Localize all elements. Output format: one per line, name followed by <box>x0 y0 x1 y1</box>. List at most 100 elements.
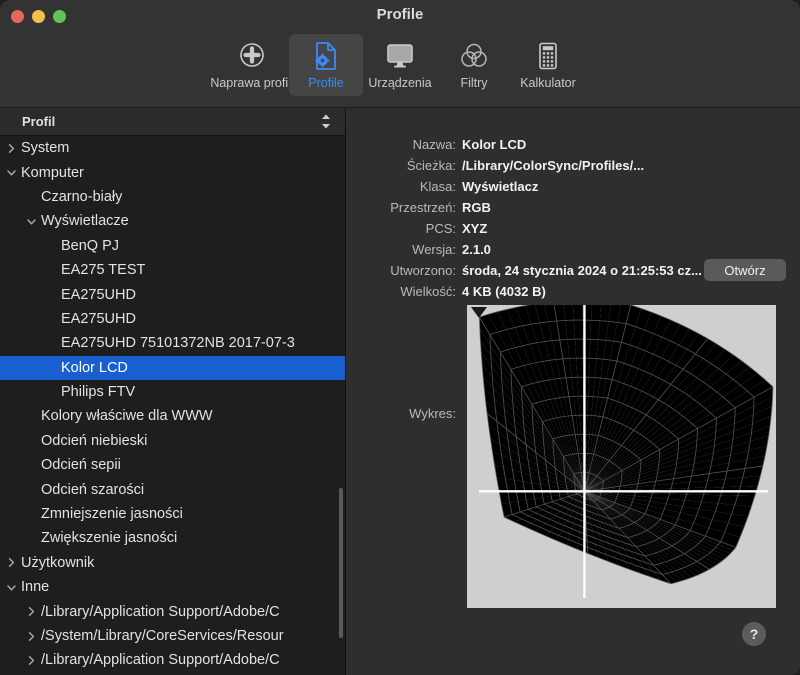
info-row: Przestrzeń:RGB <box>346 197 800 218</box>
tree-row[interactable]: Philips FTV <box>0 380 345 404</box>
chart-label: Wykres: <box>346 406 462 421</box>
sidebar-header-title: Profil <box>22 114 55 129</box>
tree-row-label: System <box>21 140 69 156</box>
toolbar-item-naprawa-profili[interactable]: Naprawa profili <box>215 34 289 96</box>
tree-row-label: Kolor LCD <box>61 360 128 376</box>
tree-row[interactable]: EA275 TEST <box>0 258 345 282</box>
tree-row-label: Odcień sepii <box>41 457 121 473</box>
tree-row-label: Czarno-biały <box>41 189 122 205</box>
profile-sidebar: Profil System Komputer Czarno-biały Wyświet… <box>0 108 345 675</box>
tree-row[interactable]: /System/Library/CoreServices/Resour <box>0 624 345 648</box>
tree-row[interactable]: Zmniejszenie jasności <box>0 502 345 526</box>
tree-row-label: Inne <box>21 579 49 595</box>
tree-row-label: EA275UHD <box>61 287 136 303</box>
tree-row-label: Komputer <box>21 165 84 181</box>
info-value: 2.1.0 <box>462 242 491 257</box>
chevron-right-icon[interactable] <box>5 142 18 155</box>
tree-row[interactable]: Użytkownik <box>0 551 345 575</box>
toolbar-item-urzadzenia[interactable]: Urządzenia <box>363 34 437 96</box>
tree-row[interactable]: EA275UHD <box>0 282 345 306</box>
sort-chevrons-icon[interactable] <box>319 113 333 131</box>
orientation-marker-icon[interactable] <box>471 307 487 318</box>
tree-row-label: Odcień szarości <box>41 482 144 498</box>
window-title: Profile <box>0 6 800 23</box>
tree-row[interactable]: EA275UHD 75101372NB 2017-07-3 <box>0 331 345 355</box>
chevron-right-icon[interactable] <box>25 654 38 667</box>
tree-row[interactable]: Wyświetlacze <box>0 209 345 233</box>
info-label: Utworzono: <box>346 263 462 278</box>
info-label: Ścieżka: <box>346 158 462 173</box>
info-value: Kolor LCD <box>462 137 526 152</box>
info-row: Wersja:2.1.0 <box>346 239 800 260</box>
sidebar-scrollbar-thumb[interactable] <box>339 488 343 638</box>
info-label: Wielkość: <box>346 284 462 299</box>
tree-row[interactable]: Odcień sepii <box>0 453 345 477</box>
info-label: Klasa: <box>346 179 462 194</box>
info-value: środa, 24 stycznia 2024 o 21:25:53 cz... <box>462 263 702 278</box>
document-gear-icon <box>313 41 339 71</box>
tree-row[interactable]: System <box>0 136 345 160</box>
info-row: PCS:XYZ <box>346 218 800 239</box>
calculator-icon <box>537 41 559 71</box>
info-label: Wersja: <box>346 242 462 257</box>
tree-row[interactable]: Czarno-biały <box>0 185 345 209</box>
toolbar-item-filtry[interactable]: Filtry <box>437 34 511 96</box>
main-toolbar: Naprawa profili Profile <box>0 32 800 108</box>
gamut-chart[interactable] <box>467 305 776 608</box>
tree-row[interactable]: /Library/Application Support/Adobe/C <box>0 599 345 623</box>
first-aid-icon <box>238 41 266 71</box>
chevron-right-icon[interactable] <box>25 605 38 618</box>
tree-row-label: Odcień niebieski <box>41 433 147 449</box>
tree-row[interactable]: Odcień niebieski <box>0 429 345 453</box>
tree-row-label: EA275UHD 75101372NB 2017-07-3 <box>61 335 295 351</box>
toolbar-label: Naprawa profili <box>210 76 293 90</box>
info-label: PCS: <box>346 221 462 236</box>
chevron-down-icon[interactable] <box>25 215 38 228</box>
help-button[interactable]: ? <box>742 622 766 646</box>
info-value: RGB <box>462 200 491 215</box>
tree-row[interactable]: /Library/Application Support/Adobe/C <box>0 648 345 672</box>
tree-row-label: EA275UHD <box>61 311 136 327</box>
chevron-right-icon[interactable] <box>25 630 38 643</box>
info-value: 4 KB (4032 B) <box>462 284 546 299</box>
info-label: Przestrzeń: <box>346 200 462 215</box>
profile-tree[interactable]: System Komputer Czarno-biały Wyświetlacze Be… <box>0 136 345 674</box>
info-label: Nazwa: <box>346 137 462 152</box>
open-button[interactable]: Otwórz <box>704 259 786 281</box>
info-value: /Library/ColorSync/Profiles/... <box>462 158 644 173</box>
window-titlebar: Profile <box>0 0 800 32</box>
info-row: Ścieżka:/Library/ColorSync/Profiles/... <box>346 155 800 176</box>
tree-row-selected[interactable]: Kolor LCD <box>0 356 345 380</box>
colorsync-utility-window: Profile Naprawa profili <box>0 0 800 675</box>
tree-row[interactable]: Kolory właściwe dla WWW <box>0 404 345 428</box>
tree-row[interactable]: Odcień szarości <box>0 477 345 501</box>
tree-row[interactable]: Zwiększenie jasności <box>0 526 345 550</box>
tree-row[interactable]: Komputer <box>0 160 345 184</box>
tree-row-label: /Library/Application Support/Adobe/C <box>41 604 280 620</box>
chevron-down-icon[interactable] <box>5 166 18 179</box>
tree-row[interactable]: Inne <box>0 575 345 599</box>
display-icon <box>385 41 415 71</box>
tree-row-label: Philips FTV <box>61 384 135 400</box>
profile-detail-pane: Nazwa:Kolor LCDŚcieżka:/Library/ColorSyn… <box>346 108 800 675</box>
toolbar-item-kalkulator[interactable]: Kalkulator <box>511 34 585 96</box>
toolbar-label: Urządzenia <box>368 76 431 90</box>
sidebar-column-header[interactable]: Profil <box>0 108 345 136</box>
info-row: Wielkość:4 KB (4032 B) <box>346 281 800 302</box>
tree-row-label: Zmniejszenie jasności <box>41 506 183 522</box>
info-row: Klasa:Wyświetlacz <box>346 176 800 197</box>
tree-row[interactable]: EA275UHD <box>0 307 345 331</box>
toolbar-label: Filtry <box>460 76 487 90</box>
chevron-right-icon[interactable] <box>5 556 18 569</box>
tree-row-label: Zwiększenie jasności <box>41 530 177 546</box>
chevron-down-icon[interactable] <box>5 581 18 594</box>
tree-row-label: Kolory właściwe dla WWW <box>41 408 213 424</box>
tree-row-label: BenQ PJ <box>61 238 119 254</box>
toolbar-label: Profile <box>308 76 343 90</box>
tree-row[interactable]: BenQ PJ <box>0 234 345 258</box>
tree-row-label: EA275 TEST <box>61 262 145 278</box>
info-value: Wyświetlacz <box>462 179 538 194</box>
toolbar-item-profile[interactable]: Profile <box>289 34 363 96</box>
tree-row-label: Wyświetlacze <box>41 213 129 229</box>
tree-row-label: Użytkownik <box>21 555 94 571</box>
